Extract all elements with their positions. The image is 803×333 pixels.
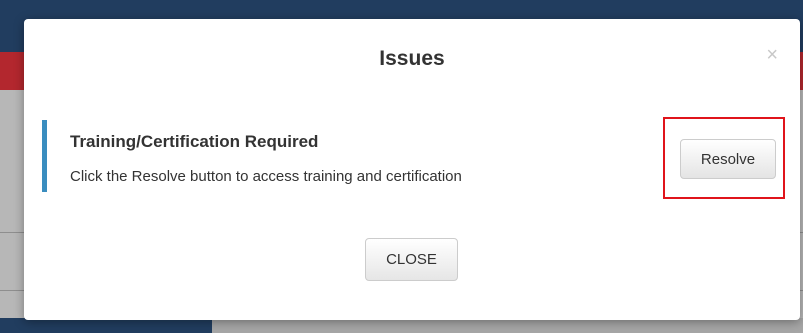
issue-description: Click the Resolve button to access train… — [70, 168, 462, 185]
issue-item: Training/Certification Required Click th… — [42, 120, 607, 192]
issues-modal: Issues × Training/Certification Required… — [24, 19, 800, 320]
background-footer-right — [212, 318, 803, 333]
close-button[interactable]: CLOSE — [365, 238, 458, 281]
modal-title: Issues — [379, 47, 445, 70]
issue-title: Training/Certification Required — [70, 132, 319, 151]
close-icon[interactable]: × — [766, 45, 778, 65]
resolve-highlight-box: Resolve — [663, 117, 785, 199]
background-footer-left — [0, 318, 212, 333]
resolve-button[interactable]: Resolve — [680, 139, 776, 179]
